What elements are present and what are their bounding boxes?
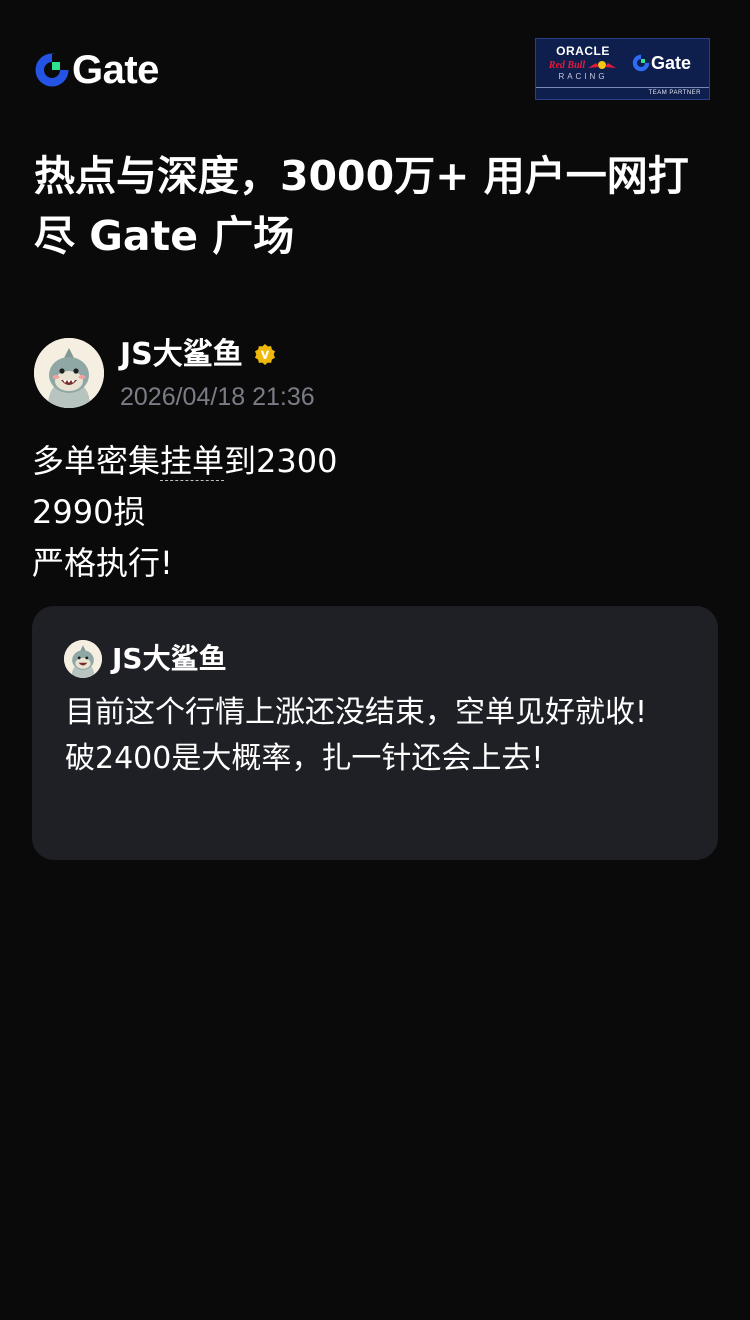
author-name[interactable]: JS大鲨鱼 (120, 338, 243, 372)
verified-badge-icon (254, 344, 275, 365)
post-text: 多单密集 (32, 442, 161, 480)
shark-avatar-icon (34, 338, 104, 408)
quoted-post-card[interactable]: JS大鲨鱼 目前这个行情上涨还没结束，空单见好就收! 破2400是大概率，扎一针… (32, 606, 718, 860)
avatar[interactable] (64, 640, 102, 678)
gate-logo-icon (632, 54, 650, 72)
gate-logo-icon (35, 53, 69, 87)
quoted-author-name[interactable]: JS大鲨鱼 (112, 642, 227, 676)
post-body: 多单密集挂单到2300 2990损 严格执行! (32, 436, 722, 589)
logo-text: Gate (72, 48, 159, 92)
post-text: 到2300 (224, 442, 338, 480)
quoted-line-2: 破2400是大概率，扎一针还会上去! (65, 741, 544, 776)
post-line-1: 多单密集挂单到2300 (32, 436, 722, 487)
redbull-text: Red Bull (548, 59, 586, 71)
shark-avatar-icon (64, 640, 102, 678)
oracle-redbull-partner-badge: ORACLE Red Bull RACING Gate TEAM PARTNER (535, 38, 710, 100)
quoted-post-body: 目前这个行情上涨还没结束，空单见好就收! 破2400是大概率，扎一针还会上去! (65, 690, 665, 782)
gate-logo[interactable]: Gate (34, 50, 159, 90)
quoted-line-1: 目前这个行情上涨还没结束，空单见好就收! (65, 695, 648, 730)
team-partner-text: TEAM PARTNER (536, 87, 709, 99)
racing-text: RACING (558, 72, 608, 81)
quoted-author[interactable]: JS大鲨鱼 (64, 640, 227, 678)
promo-headline: 热点与深度，3000万+ 用户一网打尽 Gate 广场 (34, 152, 689, 260)
post-line-3: 严格执行! (32, 544, 173, 582)
top-header: Gate ORACLE Red Bull RACING Gate TEAM PA… (34, 38, 716, 102)
post-line-2: 2990损 (32, 493, 146, 531)
oracle-text: ORACLE (556, 44, 610, 58)
partner-gate-text: Gate (651, 53, 692, 73)
post-author[interactable]: JS大鲨鱼 2026/04/18 21:36 (34, 338, 716, 411)
oracle-redbull-logo: ORACLE Red Bull RACING (544, 45, 622, 82)
avatar[interactable] (34, 338, 104, 408)
redbull-bulls-icon (588, 61, 617, 69)
order-term-link[interactable]: 挂单 (160, 442, 224, 480)
partner-gate-logo: Gate (632, 53, 691, 73)
post-timestamp: 2026/04/18 21:36 (120, 383, 315, 411)
